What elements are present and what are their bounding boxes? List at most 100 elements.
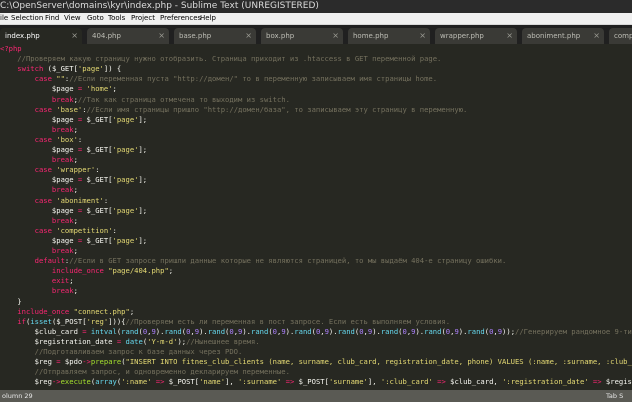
tab-label: box.php — [266, 32, 295, 40]
code-token: ). — [415, 326, 425, 336]
code-line: $reg = $pdo->prepare("INSERT INTO fitnes… — [0, 357, 632, 367]
code-token: ). — [372, 326, 381, 336]
close-icon[interactable]: × — [71, 28, 78, 44]
code-token: 'home' — [86, 84, 113, 94]
tab-home[interactable]: home.php × — [348, 28, 430, 44]
close-icon[interactable]: × — [419, 28, 426, 44]
code-token: ); — [177, 336, 187, 346]
menu-preferences[interactable]: Preferences — [160, 13, 201, 24]
code-token: case — [0, 74, 57, 84]
menu-goto[interactable]: Goto — [87, 13, 104, 24]
code-token: ]; — [138, 175, 148, 185]
code-token: ). — [242, 326, 252, 336]
code-token: 'page' — [77, 64, 104, 74]
code-line: case 'wrapper': — [0, 165, 100, 175]
status-bar: olumn 29 Tab S — [0, 390, 632, 402]
menu-selection[interactable]: Selection — [11, 13, 43, 24]
code-token: : — [103, 195, 109, 205]
code-token: rand — [207, 326, 226, 336]
code-token: ). — [328, 326, 338, 336]
code-token: array — [95, 377, 117, 387]
tab-bar: index.php × 404.php × base.php × box.php… — [0, 25, 632, 44]
code-line: //Подготавливаем запрос к базе данных че… — [0, 347, 243, 357]
code-token: 'competition' — [56, 225, 113, 235]
tab-box[interactable]: box.php × — [261, 28, 343, 44]
code-line: $club_card = intval(rand(0,9).rand(0,9).… — [0, 327, 632, 337]
code-token: $page — [0, 84, 78, 94]
code-token: //Так как страница отмечена то выходим и… — [77, 94, 290, 104]
code-token: 'wrapper' — [56, 165, 96, 175]
code-token: ]; — [138, 114, 148, 124]
close-icon[interactable]: × — [506, 28, 513, 44]
code-token: break — [0, 286, 74, 296]
code-token: case — [0, 225, 57, 235]
tab-label: base.php — [179, 32, 212, 40]
code-token: 'surname' — [328, 377, 368, 387]
tab-aboniment[interactable]: aboniment.php × — [522, 28, 604, 44]
title-bar: C:\OpenServer\domains\kyr\index.php - Su… — [0, 0, 632, 13]
code-token: $club_card, — [450, 377, 503, 387]
code-token: break — [0, 185, 74, 195]
code-token: ':surname' — [238, 377, 282, 387]
tab-index[interactable]: index.php × — [0, 28, 82, 44]
code-token: ; — [69, 276, 74, 286]
code-token: rand — [121, 326, 139, 336]
code-line: //Отправляем запрос, и одновременно декл… — [0, 367, 290, 377]
code-token: ($_POST[ — [51, 316, 87, 326]
code-token: $_GET[ — [86, 175, 113, 185]
code-token: ; — [73, 286, 78, 296]
code-editor[interactable]: <?php //Проверяем какую страницу нужно о… — [0, 44, 632, 390]
code-token: ':club_card' — [380, 377, 433, 387]
code-token: "connect.php" — [73, 306, 130, 316]
close-icon[interactable]: × — [332, 28, 339, 44]
code-token: 'page' — [112, 235, 139, 245]
code-token: break — [0, 155, 74, 165]
code-token: 'page' — [112, 175, 139, 185]
tab-label: 404.php — [92, 32, 121, 40]
menu-help[interactable]: Help — [200, 13, 216, 24]
code-token: $page — [0, 205, 78, 215]
code-token: 'Y-m-d' — [147, 336, 178, 346]
code-token: "page/404.php" — [108, 266, 169, 276]
tab-wrapper[interactable]: wrapper.php × — [435, 28, 517, 44]
close-icon[interactable]: × — [593, 28, 600, 44]
menu-tools[interactable]: Tools — [108, 13, 125, 24]
code-token: $page — [0, 175, 78, 185]
code-line: case 'aboniment': — [0, 195, 109, 206]
code-token: $registration_date — [0, 336, 117, 346]
code-token: ; — [73, 215, 78, 225]
code-token: //Проверяем какую страницу нужно отобраз… — [0, 54, 442, 64]
code-token: = — [77, 175, 87, 185]
code-token: $_GET — [51, 64, 74, 74]
code-token: = — [82, 326, 91, 336]
code-line: //Проверяем какую страницу нужно отобраз… — [0, 54, 441, 64]
code-token: = — [56, 357, 65, 367]
tab-404[interactable]: 404.php × — [87, 28, 169, 44]
menu-file[interactable]: ile — [0, 13, 8, 24]
code-line: default://Если в GET запросе пришли данн… — [0, 256, 507, 266]
code-token: break — [0, 246, 74, 255]
tab-size[interactable]: Tab S — [606, 390, 623, 402]
code-line: break; — [0, 155, 78, 165]
code-token: break — [0, 215, 74, 225]
tab-label: aboniment.php — [527, 32, 581, 40]
code-token: default — [0, 256, 65, 266]
tab-base[interactable]: base.php × — [174, 28, 256, 44]
close-icon[interactable]: × — [158, 28, 165, 44]
close-icon[interactable]: × — [245, 28, 252, 44]
code-line: $page = $_GET['page']; — [0, 236, 147, 246]
code-line: switch ($_GET['page']) { — [0, 64, 121, 74]
code-token: $_POST[ — [298, 377, 329, 387]
tab-comp[interactable]: comp — [609, 28, 632, 44]
menu-find[interactable]: Find — [45, 13, 59, 24]
menu-view[interactable]: View — [64, 13, 81, 24]
code-token: <?php — [0, 44, 22, 53]
code-token: exit — [0, 276, 70, 286]
code-token: include_once — [0, 266, 109, 276]
code-line: case 'box': — [0, 135, 83, 145]
code-token: ). — [285, 326, 295, 336]
code-line: include_once "connect.php"; — [0, 307, 134, 317]
code-token: //Проверяем есть ли переменная в пост за… — [125, 316, 451, 326]
menu-project[interactable]: Project — [131, 13, 155, 24]
code-token: 'page' — [112, 114, 139, 124]
